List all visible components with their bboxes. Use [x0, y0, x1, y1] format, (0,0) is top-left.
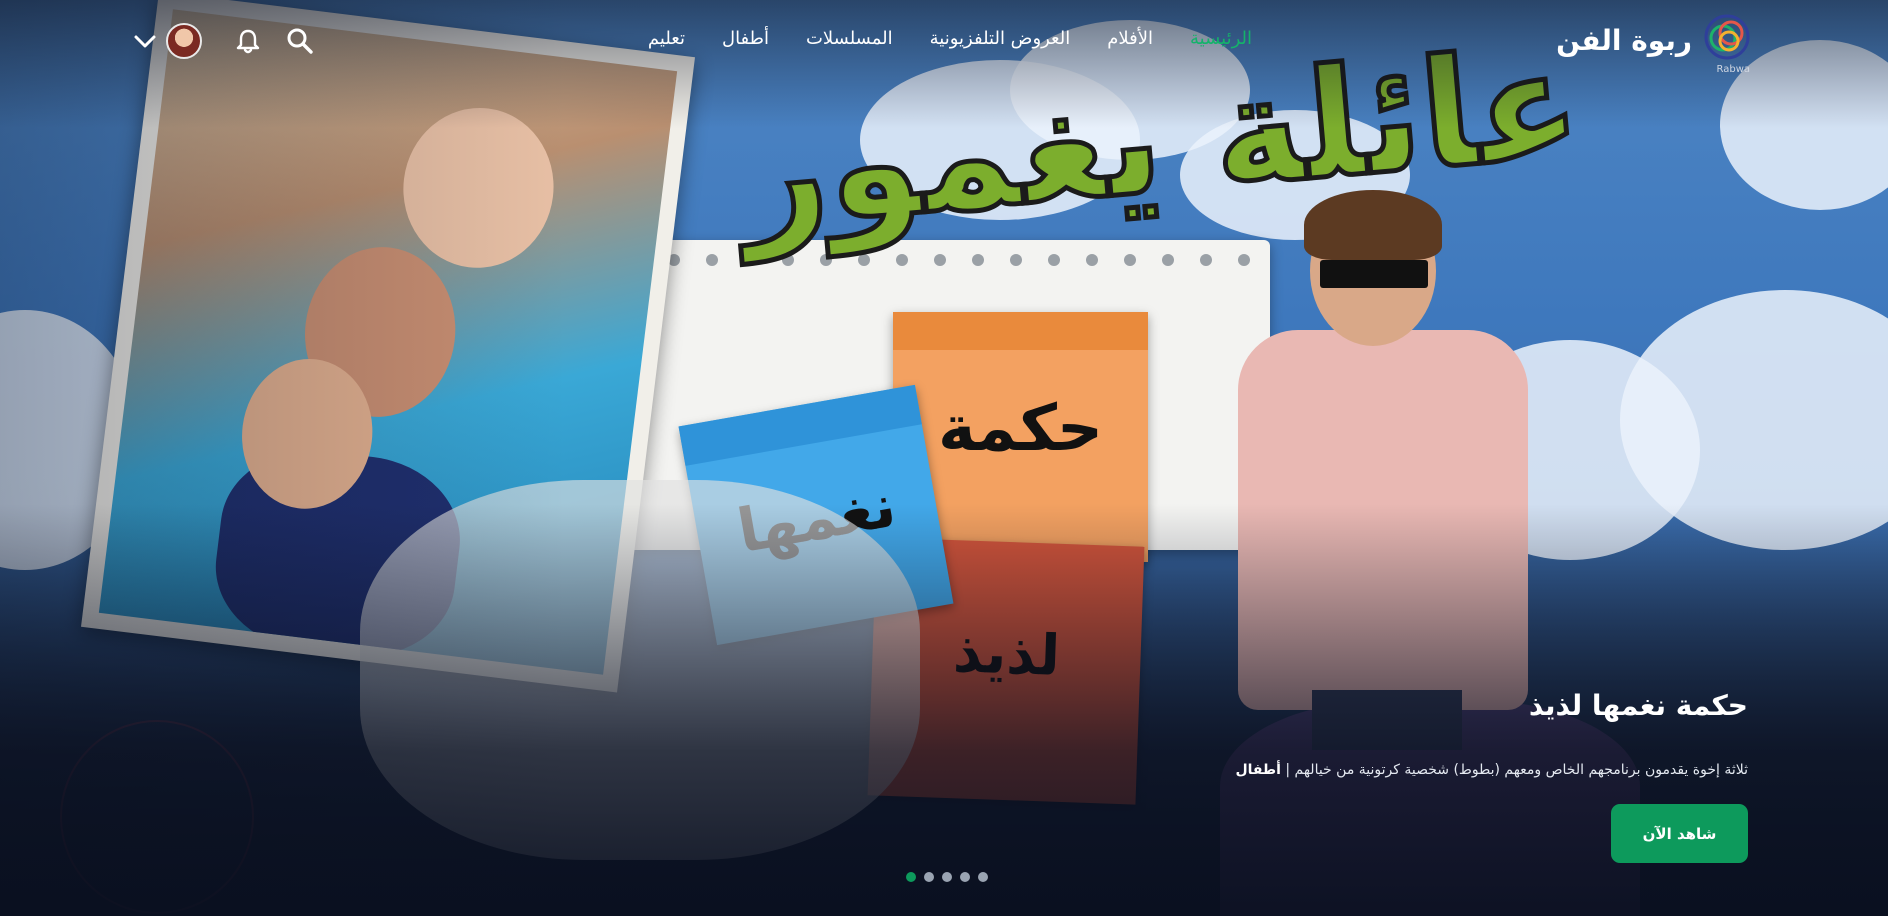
note-orange-text: حكمة: [937, 392, 1104, 466]
nav-item-education[interactable]: تعليم: [648, 28, 685, 49]
bell-icon[interactable]: [233, 26, 263, 56]
nav-item-kids[interactable]: أطفال: [722, 28, 769, 49]
carousel-dot[interactable]: [924, 872, 934, 882]
nav-item-tv-shows[interactable]: العروض التلفزيونية: [930, 28, 1071, 49]
hero-info: حكمة نغمها لذيذ ثلاثة إخوة يقدمون برنامج…: [1048, 680, 1748, 778]
user-avatar[interactable]: [166, 23, 202, 59]
user-toolbar: [130, 20, 320, 64]
nav-item-series[interactable]: المسلسلات: [806, 28, 893, 49]
carousel-dot[interactable]: [960, 872, 970, 882]
hero-banner: حكمة لذيذ نغمها عائلة يغمور: [0, 0, 1888, 916]
brand-logo[interactable]: Rabwa ربوة الفن: [1556, 12, 1752, 76]
hero-description: ثلاثة إخوة يقدمون برنامجهم الخاص ومعهم (…: [1285, 762, 1748, 778]
watch-now-button[interactable]: شاهد الآن: [1611, 804, 1748, 863]
top-navigation-bar: Rabwa ربوة الفن الرئيسية الأفلام العروض …: [0, 0, 1888, 86]
brand-name: ربوة الفن: [1556, 24, 1692, 57]
carousel-dot[interactable]: [906, 872, 916, 882]
carousel-dot[interactable]: [942, 872, 952, 882]
search-icon[interactable]: [285, 26, 315, 56]
main-menu: الرئيسية الأفلام العروض التلفزيونية المس…: [648, 28, 1252, 49]
brand-subtitle: Rabwa: [1716, 64, 1750, 75]
nav-item-movies[interactable]: الأفلام: [1107, 28, 1153, 49]
hero-category[interactable]: أطفال: [1235, 762, 1280, 778]
hero-title: حكمة نغمها لذيذ: [1528, 689, 1748, 722]
rabwa-logo-icon: [1704, 14, 1750, 60]
decorative-circle: [60, 720, 254, 914]
chevron-down-icon[interactable]: [130, 26, 160, 56]
cartoon-duck-drawing: [360, 480, 920, 860]
carousel-dot[interactable]: [978, 872, 988, 882]
hero-description-line: ثلاثة إخوة يقدمون برنامجهم الخاص ومعهم (…: [1048, 762, 1748, 778]
carousel-dots: [906, 872, 988, 882]
nav-item-home[interactable]: الرئيسية: [1190, 28, 1252, 49]
boy-figure: [1222, 190, 1552, 750]
